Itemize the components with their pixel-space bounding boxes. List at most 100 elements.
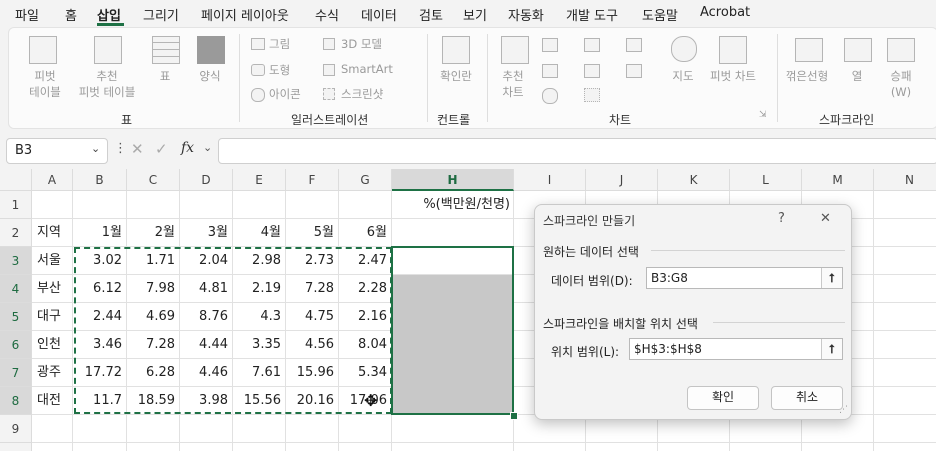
column-header-b[interactable]: B [73, 169, 127, 191]
screenshot-button[interactable]: 스크린샷 [341, 86, 383, 102]
menu-page-layout[interactable]: 페이지 레이아웃 [201, 5, 289, 24]
menu-data[interactable]: 데이터 [361, 5, 397, 24]
table-cell[interactable] [874, 303, 936, 331]
column-header-l[interactable]: L [730, 169, 802, 191]
table-cell[interactable] [874, 331, 936, 359]
data-range-input[interactable]: B3:G8 ⭡ [646, 267, 843, 289]
table-cell[interactable] [233, 443, 286, 451]
checkbox-button[interactable]: 확인란 [431, 68, 481, 84]
table-cell[interactable] [874, 359, 936, 387]
header-cell[interactable]: 5월 [286, 219, 339, 247]
table-cell[interactable] [874, 219, 936, 247]
table-cell[interactable] [730, 443, 802, 451]
header-cell[interactable]: 지역 [32, 219, 73, 247]
table-cell[interactable] [339, 443, 392, 451]
row-header-8[interactable]: 8 [0, 387, 32, 415]
menu-view[interactable]: 보기 [463, 5, 487, 24]
menu-formulas[interactable]: 수식 [315, 5, 339, 24]
column-header-j[interactable]: J [586, 169, 658, 191]
help-button[interactable]: ? [778, 211, 785, 226]
table-cell[interactable] [32, 415, 73, 443]
table-cell[interactable] [286, 191, 339, 219]
column-header-f[interactable]: F [286, 169, 339, 191]
table-cell[interactable] [73, 415, 127, 443]
pivot-table-button[interactable]: 피벗 테이블 [19, 68, 71, 100]
row-header-6[interactable]: 6 [0, 331, 32, 359]
table-cell[interactable] [180, 443, 233, 451]
menu-developer[interactable]: 개발 도구 [566, 5, 618, 24]
row-header-2[interactable]: 2 [0, 219, 32, 247]
table-cell[interactable] [339, 191, 392, 219]
3d-models-button[interactable]: 3D 모델 [341, 36, 382, 52]
confirm-entry-icon[interactable]: ✓ [155, 140, 168, 158]
column-header-a[interactable]: A [32, 169, 73, 191]
collapse-dialog-icon[interactable]: ⭡ [821, 339, 842, 359]
pie-chart-icon[interactable] [542, 88, 558, 104]
region-cell[interactable]: 대전 [32, 387, 73, 415]
table-cell[interactable] [127, 191, 180, 219]
row-header-3[interactable]: 3 [0, 247, 32, 275]
chevron-down-icon[interactable]: ⌄ [203, 141, 212, 154]
menu-automate[interactable]: 자동화 [508, 5, 544, 24]
row-header-1[interactable]: 1 [0, 191, 32, 219]
table-cell[interactable] [180, 415, 233, 443]
region-cell[interactable]: 인천 [32, 331, 73, 359]
column-header-g[interactable]: G [339, 169, 392, 191]
menu-help[interactable]: 도움말 [642, 5, 678, 24]
menu-home[interactable]: 홈 [65, 5, 77, 24]
table-cell[interactable] [73, 443, 127, 451]
location-range-input[interactable]: $H$3:$H$8 ⭡ [629, 338, 843, 360]
column-chart-icon[interactable] [542, 38, 558, 52]
hierarchy-chart-icon[interactable] [584, 38, 600, 52]
menu-draw[interactable]: 그리기 [143, 5, 179, 24]
header-cell[interactable]: 3월 [180, 219, 233, 247]
table-cell[interactable] [802, 443, 874, 451]
table-button[interactable]: 표 [149, 68, 181, 84]
column-header-d[interactable]: D [180, 169, 233, 191]
table-cell[interactable] [874, 191, 936, 219]
table-cell[interactable] [286, 443, 339, 451]
header-cell[interactable]: 4월 [233, 219, 286, 247]
region-cell[interactable]: 서울 [32, 247, 73, 275]
column-header-i[interactable]: I [514, 169, 586, 191]
recommended-pivot-button[interactable]: 추천 피벗 테이블 [71, 68, 143, 100]
select-all-corner[interactable] [0, 169, 32, 191]
menu-acrobat[interactable]: Acrobat [700, 5, 750, 20]
combo-chart-icon[interactable] [626, 64, 642, 78]
pictures-button[interactable]: 그림 [269, 36, 290, 52]
column-header-k[interactable]: K [658, 169, 730, 191]
table-cell[interactable] [392, 415, 514, 443]
pivot-chart-button[interactable]: 피벗 차트 [703, 68, 763, 84]
header-cell[interactable]: 6월 [339, 219, 392, 247]
table-cell[interactable] [392, 443, 514, 451]
table-cell[interactable] [73, 191, 127, 219]
header-cell[interactable]: 1월 [73, 219, 127, 247]
region-cell[interactable]: 대구 [32, 303, 73, 331]
table-cell[interactable] [32, 443, 73, 451]
recommended-charts-button[interactable]: 추천 차트 [493, 68, 533, 100]
sparkline-line-button[interactable]: 꺾은선형 [779, 68, 835, 84]
column-header-e[interactable]: E [233, 169, 286, 191]
row-header-5[interactable]: 5 [0, 303, 32, 331]
table-cell[interactable] [586, 443, 658, 451]
row-header-7[interactable]: 7 [0, 359, 32, 387]
table-cell[interactable] [180, 191, 233, 219]
menu-file[interactable]: 파일 [15, 5, 39, 24]
column-header-h[interactable]: H [392, 169, 514, 191]
column-header-c[interactable]: C [127, 169, 180, 191]
forms-button[interactable]: 양식 [191, 68, 229, 84]
table-cell[interactable] [233, 415, 286, 443]
sparkline-column-button[interactable]: 열 [841, 68, 873, 84]
table-cell[interactable] [874, 415, 936, 443]
cancel-entry-icon[interactable]: ✕ [131, 140, 144, 158]
collapse-dialog-icon[interactable]: ⭡ [821, 268, 842, 288]
statistic-chart-icon[interactable] [584, 64, 600, 78]
region-cell[interactable]: 광주 [32, 359, 73, 387]
maps-button[interactable]: 지도 [665, 68, 701, 84]
table-cell[interactable] [658, 443, 730, 451]
close-icon[interactable]: ✕ [820, 211, 831, 226]
smartart-button[interactable]: SmartArt [341, 62, 393, 76]
waterfall-chart-icon[interactable] [626, 38, 642, 52]
row-header-9[interactable]: 9 [0, 415, 32, 443]
insert-function-icon[interactable]: fx [181, 140, 194, 156]
